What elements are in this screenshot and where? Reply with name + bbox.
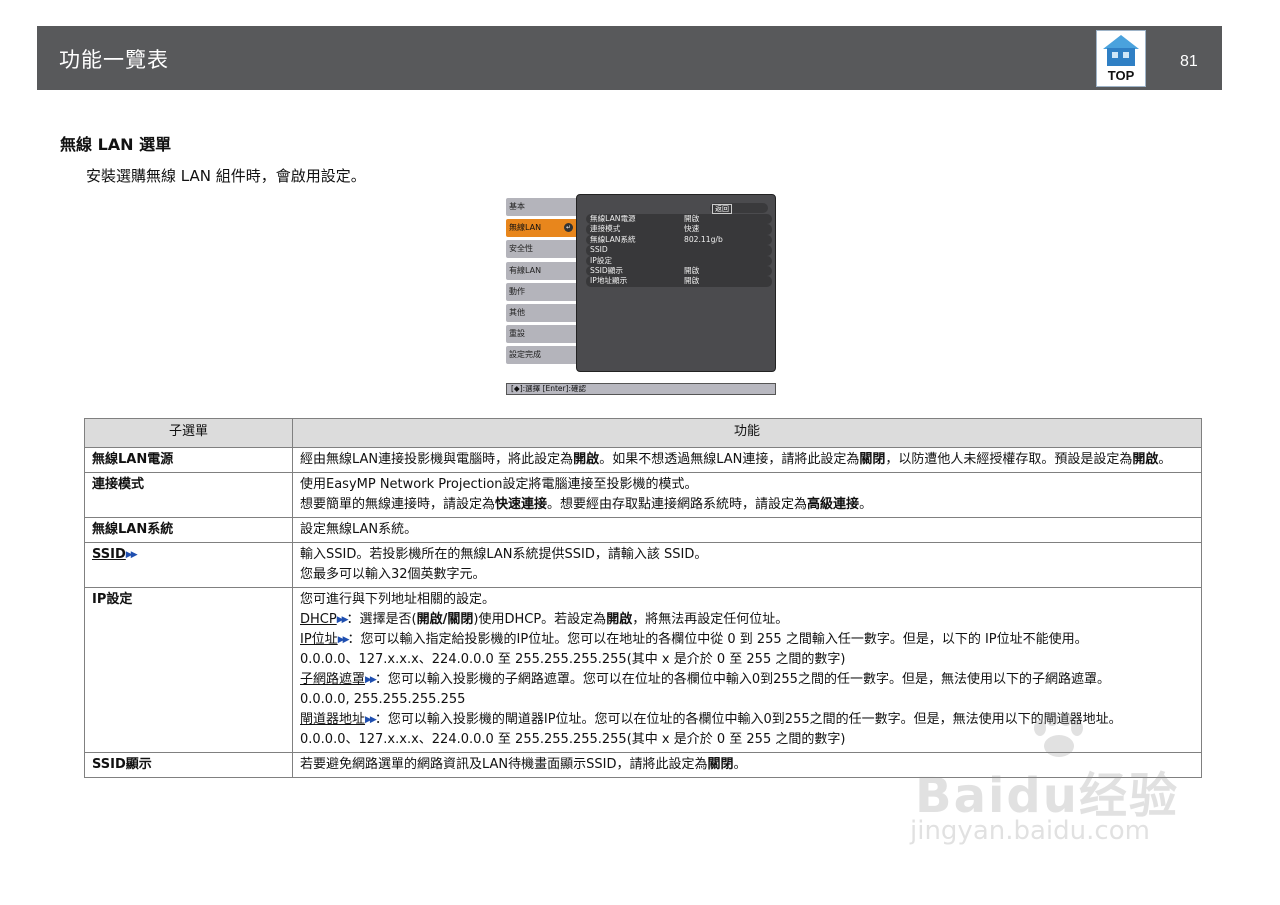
menu-item-label: 無線LAN — [509, 223, 542, 233]
menu-item-other: 其他 — [506, 303, 576, 322]
table-row: 無線LAN電源 經由無線LAN連接投影機與電腦時，將此設定為開啟。如果不想透過無… — [84, 447, 1202, 473]
row-function: 經由無線LAN連接投影機與電腦時，將此設定為開啟。如果不想透過無線LAN連接，請… — [292, 447, 1202, 473]
dhcp-link[interactable]: DHCP — [300, 612, 337, 627]
page-title: 功能一覽表 — [59, 48, 169, 72]
table-row: SSID顯示 若要避免網路選單的網路資訊及LAN待機畫面顯示SSID，請將此設定… — [84, 752, 1202, 778]
column-header-function: 功能 — [292, 418, 1202, 448]
link-arrow-icon: ▶▶ — [365, 675, 377, 685]
table-row: 連接模式 使用EasyMP Network Projection設定將電腦連接至… — [84, 472, 1202, 518]
gateway-address-link[interactable]: 閘道器地址 — [300, 712, 365, 727]
subnet-mask-link[interactable]: 子網路遮罩 — [300, 672, 365, 687]
row-name: 無線LAN電源 — [84, 447, 293, 473]
row-name: 無線LAN系統 — [84, 517, 293, 543]
page-header: 功能一覽表 TOP 81 — [37, 26, 1222, 90]
link-arrow-icon: ▶▶ — [336, 615, 349, 625]
table-row: 無線LAN系統 設定無線LAN系統。 — [84, 517, 1202, 543]
menu-item-setup-complete: 設定完成 — [506, 346, 576, 365]
menu-row: SSID顯示 開啟 — [586, 265, 772, 277]
top-button[interactable]: TOP — [1096, 30, 1146, 87]
row-name: 連接模式 — [84, 472, 293, 518]
ip-address-link[interactable]: IP位址 — [300, 632, 338, 647]
menu-row: IP設定 — [586, 255, 772, 266]
row-name: IP設定 — [84, 587, 293, 753]
projector-menu-screenshot: 基本 無線LAN ↵ 安全性 有線LAN 動作 其他 重設 設定完成 返回 無線… — [506, 194, 777, 398]
menu-item-reset: 重設 — [506, 325, 576, 344]
page-number: 81 — [1180, 53, 1198, 70]
row-name: SSID▶▶ — [84, 542, 293, 588]
menu-row: 連接模式 快速 — [586, 224, 772, 235]
menu-left-list: 基本 無線LAN ↵ 安全性 有線LAN 動作 其他 重設 設定完成 — [506, 198, 576, 368]
menu-panel-rows: 無線LAN電源 開啟 連接模式 快速 無線LAN系統 802.11g/b SSID I… — [586, 214, 772, 287]
table-header-row: 子選單 功能 — [84, 418, 1202, 448]
menu-row: 無線LAN系統 802.11g/b — [586, 234, 772, 246]
top-button-label: TOP — [1107, 68, 1135, 83]
menu-item-security: 安全性 — [506, 240, 576, 259]
link-arrow-icon: ▶▶ — [125, 550, 138, 560]
menu-panel: 返回 無線LAN電源 開啟 連接模式 快速 無線LAN系統 802.11g/b SSI… — [576, 194, 776, 372]
row-name: SSID顯示 — [84, 752, 293, 778]
back-button: 返回 — [710, 203, 768, 214]
ssid-link[interactable]: SSID — [92, 547, 126, 562]
row-function: 您可進行與下列地址相關的設定。 DHCP▶▶：選擇是否(開啟/關閉)使用DHCP… — [292, 587, 1202, 753]
watermark-url: jingyan.baidu.com — [910, 816, 1150, 846]
enter-icon: ↵ — [564, 223, 573, 233]
menu-row: 無線LAN電源 開啟 — [586, 214, 772, 225]
section-title: 無線 LAN 選單 — [60, 135, 172, 154]
menu-item-basic: 基本 — [506, 198, 576, 216]
menu-item-wireless-lan: 無線LAN ↵ — [506, 219, 576, 238]
menu-item-wired-lan: 有線LAN — [506, 261, 576, 280]
section-description: 安裝選購無線 LAN 組件時，會啟用設定。 — [86, 167, 366, 185]
row-function: 若要避免網路選單的網路資訊及LAN待機畫面顯示SSID，請將此設定為關閉。 — [292, 752, 1202, 778]
menu-row: IP地址顯示 開啟 — [586, 276, 772, 287]
menu-item-action: 動作 — [506, 282, 576, 301]
table-row: IP設定 您可進行與下列地址相關的設定。 DHCP▶▶：選擇是否(開啟/關閉)使… — [84, 587, 1202, 753]
row-function: 輸入SSID。若投影機所在的無線LAN系統提供SSID，請輸入該 SSID。 您… — [292, 542, 1202, 588]
function-table: 子選單 功能 無線LAN電源 經由無線LAN連接投影機與電腦時，將此設定為開啟。… — [84, 418, 1202, 778]
menu-footer-hint: [◆]:選擇 [Enter]:確認 — [506, 383, 776, 395]
menu-row: SSID — [586, 245, 772, 256]
row-function: 設定無線LAN系統。 — [292, 517, 1202, 543]
link-arrow-icon: ▶▶ — [365, 715, 377, 725]
link-arrow-icon: ▶▶ — [337, 635, 350, 645]
home-icon — [1103, 35, 1139, 49]
column-header-submenu: 子選單 — [84, 418, 293, 448]
row-function: 使用EasyMP Network Projection設定將電腦連接至投影機的模… — [292, 472, 1202, 518]
table-row: SSID▶▶ 輸入SSID。若投影機所在的無線LAN系統提供SSID，請輸入該 … — [84, 542, 1202, 588]
